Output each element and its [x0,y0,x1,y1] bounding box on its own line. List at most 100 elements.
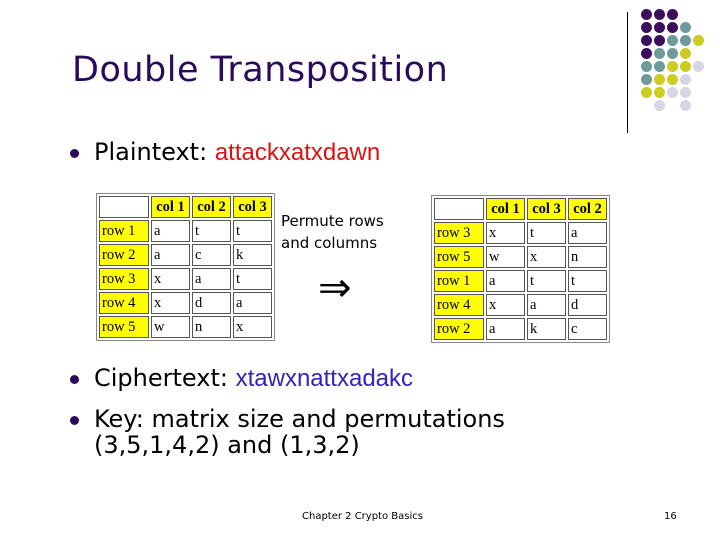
decorative-dot [654,61,665,72]
permuted-matrix-table: col 1 col 3 col 2 row 3 x t a row 5 w x … [431,195,610,343]
table-cell: k [233,244,272,266]
implies-arrow-icon: ⇒ [318,265,352,311]
decorative-dot [654,100,665,111]
decorative-dot [641,48,652,59]
original-matrix-table: col 1 col 2 col 3 row 1 a t t row 2 a c … [96,193,275,341]
decorative-dot [680,74,691,85]
table-row: row 1 a t t [434,270,607,292]
decorative-dot [641,74,652,85]
row-header: row 3 [99,268,149,290]
decorative-dot [667,35,678,46]
table-cell: d [568,294,607,316]
table-cell: t [527,222,566,244]
decorative-divider-line [627,12,628,133]
footer-chapter: Chapter 2 Crypto Basics [302,511,423,522]
table-cell: k [527,318,566,340]
decorative-dot [680,61,691,72]
decorative-dot [667,9,678,20]
key-line-2: (3,5,1,4,2) and (1,3,2) [94,431,360,459]
table-row: row 3 x a t [99,268,272,290]
table-cell: w [486,246,525,268]
table-row: row 4 x d a [99,292,272,314]
row-header: row 4 [99,292,149,314]
col-header: col 3 [527,198,566,220]
row-header: row 5 [434,246,484,268]
corner-cell [99,196,149,218]
table-cell: t [233,220,272,242]
table-cell: x [233,316,272,338]
decorative-dot [641,61,652,72]
decorative-dot [667,48,678,59]
slide-title: Double Transposition [72,50,449,90]
table-cell: t [527,270,566,292]
table-cell: t [233,268,272,290]
bullet-icon [70,149,79,158]
col-header: col 2 [568,198,607,220]
decorative-dot [667,74,678,85]
table-row: row 4 x a d [434,294,607,316]
decorative-dot [680,48,691,59]
permute-caption: Permute rows and columns [281,210,384,254]
table-row: row 2 a c k [99,244,272,266]
permute-caption-line1: Permute rows [281,212,384,230]
plaintext-value: attackxatxdawn [214,139,381,166]
table-cell: w [151,316,190,338]
table-cell: t [568,270,607,292]
table-row: row 3 x t a [434,222,607,244]
table-cell: x [486,294,525,316]
decorative-dot [667,22,678,33]
table-cell: n [192,316,231,338]
decorative-dot [680,87,691,98]
row-header: row 1 [434,270,484,292]
table-cell: d [192,292,231,314]
bullet-icon [70,416,79,425]
row-header: row 3 [434,222,484,244]
decorative-dot [641,35,652,46]
table-cell: a [568,222,607,244]
table-cell: a [192,268,231,290]
table-cell: a [233,292,272,314]
bullet-icon [70,375,79,384]
decorative-dot [654,22,665,33]
ciphertext-label: Ciphertext: [94,364,236,392]
table-header-row: col 1 col 3 col 2 [434,198,607,220]
col-header: col 1 [486,198,525,220]
footer-page-number: 16 [664,511,677,522]
row-header: row 5 [99,316,149,338]
decorative-dot [641,22,652,33]
table-cell: x [527,246,566,268]
table-cell: c [192,244,231,266]
col-header: col 3 [233,196,272,218]
decorative-dot [667,87,678,98]
decorative-dot [654,48,665,59]
row-header: row 1 [99,220,149,242]
key-line-1: Key: matrix size and permutations [94,405,505,433]
decorative-dot [680,100,691,111]
plaintext-label: Plaintext: [94,138,215,166]
table-cell: x [151,268,190,290]
corner-cell [434,198,484,220]
table-cell: a [486,270,525,292]
table-row: row 1 a t t [99,220,272,242]
decorative-dot [641,9,652,20]
row-header: row 2 [434,318,484,340]
table-cell: c [568,318,607,340]
table-cell: n [568,246,607,268]
table-cell: a [151,220,190,242]
table-cell: a [151,244,190,266]
row-header: row 2 [99,244,149,266]
decorative-dot [680,35,691,46]
decorative-dot [693,61,704,72]
table-cell: x [151,292,190,314]
table-row: row 5 w n x [99,316,272,338]
table-cell: a [486,318,525,340]
table-cell: t [192,220,231,242]
col-header: col 1 [151,196,190,218]
decorative-dot [641,87,652,98]
decorative-dot [654,9,665,20]
table-header-row: col 1 col 2 col 3 [99,196,272,218]
table-cell: x [486,222,525,244]
decorative-dot [654,74,665,85]
decorative-dot [667,61,678,72]
decorative-dot [693,35,704,46]
